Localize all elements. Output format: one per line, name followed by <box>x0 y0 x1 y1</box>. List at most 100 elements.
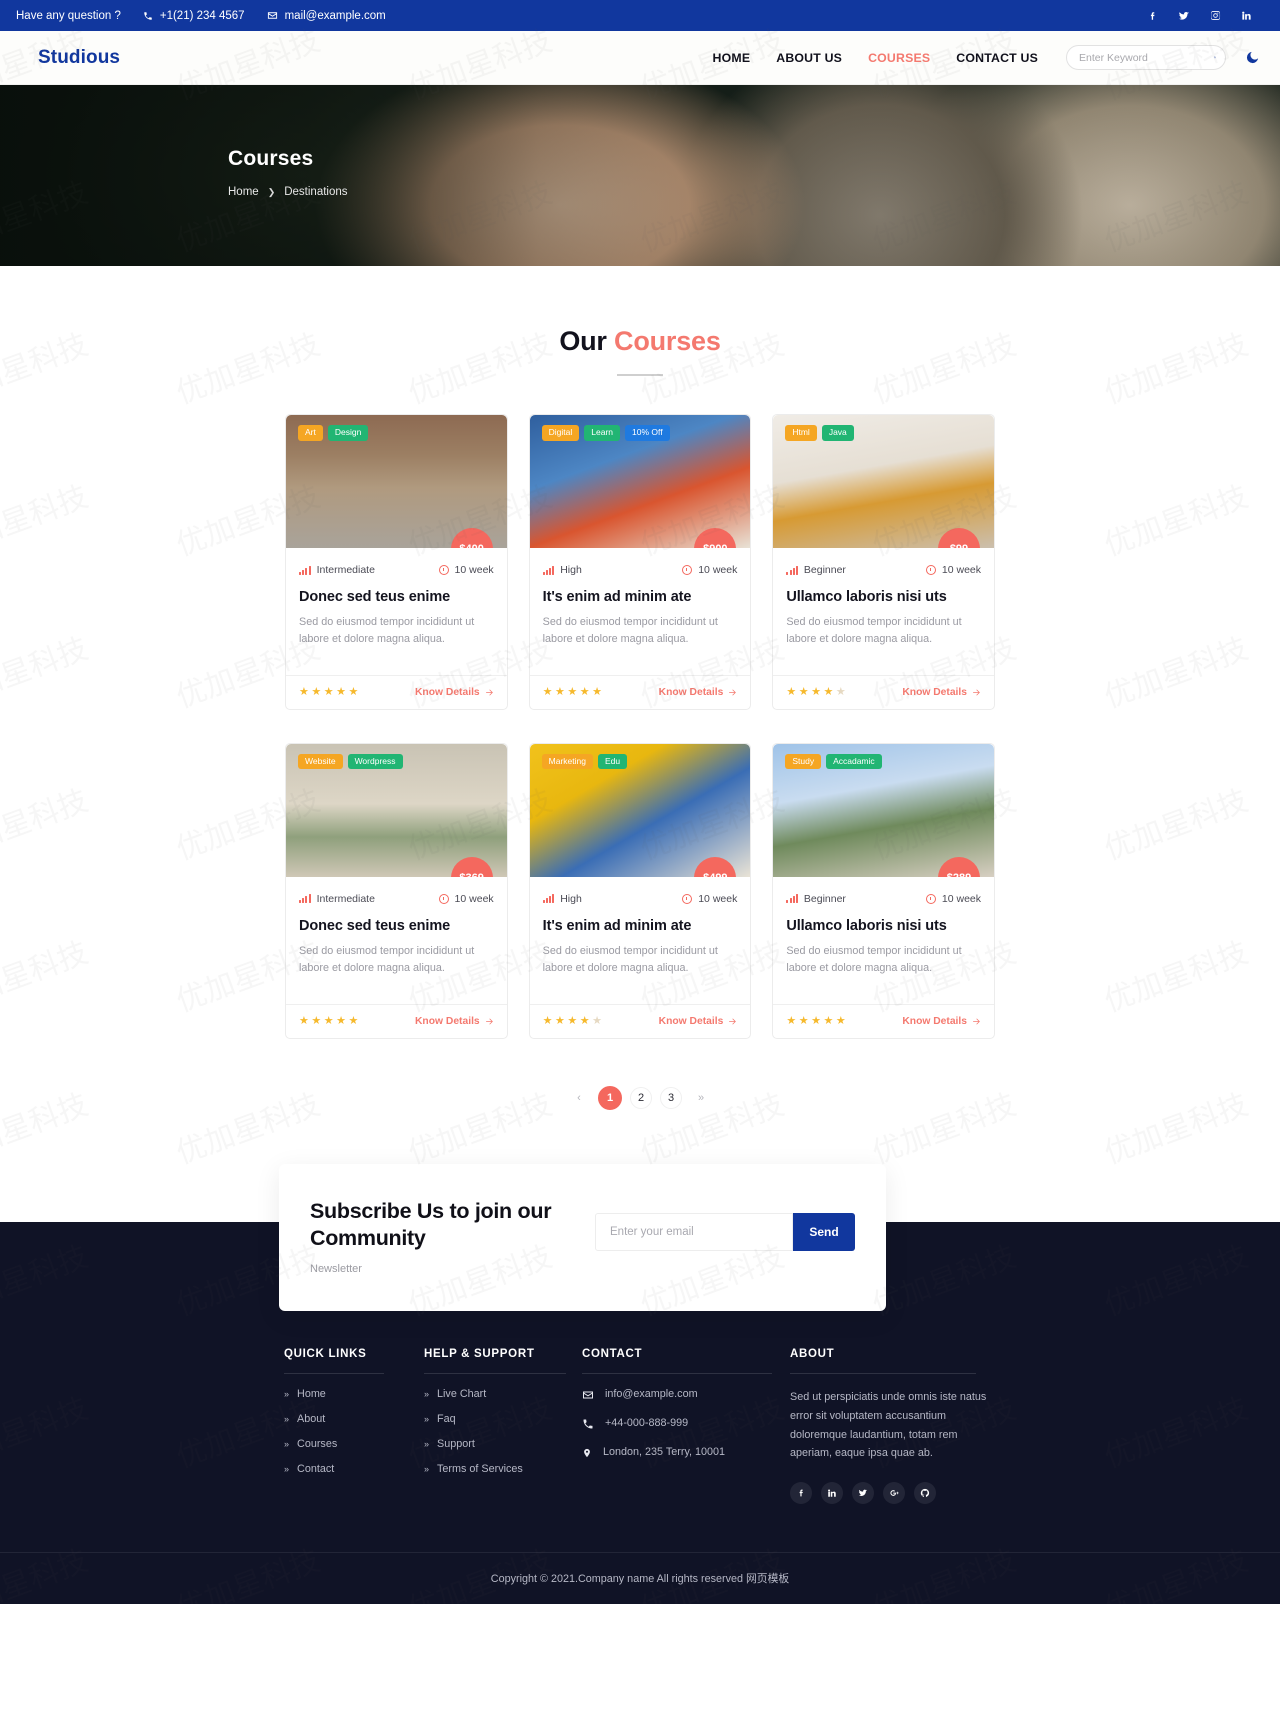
know-details-link[interactable]: Know Details <box>415 687 494 698</box>
footer-link-support[interactable]: » Support <box>424 1438 582 1450</box>
course-level-label: Intermediate <box>316 564 375 576</box>
footer-link-label: Support <box>437 1437 475 1450</box>
twitter-link[interactable] <box>1178 10 1190 22</box>
know-details-label: Know Details <box>658 1015 724 1027</box>
nav-item-home[interactable]: HOME <box>713 51 751 65</box>
search-input[interactable] <box>1079 51 1214 64</box>
course-title[interactable]: Ullamco laboris nisi uts <box>786 589 981 605</box>
know-details-link[interactable]: Know Details <box>659 687 738 698</box>
clock-icon <box>682 893 693 904</box>
course-card[interactable]: WebsiteWordpress $369 Intermediate 10 we… <box>285 742 508 1039</box>
footer-facebook-link[interactable] <box>790 1482 812 1505</box>
course-footer: ★ ★ ★ ★ ★ Know Details <box>286 1003 507 1038</box>
course-badge[interactable]: Marketing <box>541 753 593 770</box>
course-badge[interactable]: Study <box>785 753 822 770</box>
facebook-link[interactable] <box>1148 10 1158 22</box>
rating-star: ★ <box>336 1014 346 1027</box>
pagination-page-3[interactable]: 3 <box>660 1086 682 1109</box>
footer-link-home[interactable]: » Home <box>284 1388 424 1400</box>
pagination-page-2[interactable]: 2 <box>630 1086 652 1109</box>
github-icon <box>920 1488 930 1498</box>
course-title[interactable]: It's enim ad minim ate <box>543 589 738 605</box>
pagination-page-1[interactable]: 1 <box>598 1085 622 1110</box>
course-duration: 10 week <box>925 893 981 905</box>
course-badge[interactable]: Edu <box>597 753 628 770</box>
footer-github-link[interactable] <box>914 1482 936 1505</box>
course-card[interactable]: ArtDesign $400 Intermediate 10 week Done… <box>285 414 508 710</box>
course-badge[interactable]: Wordpress <box>347 753 403 770</box>
top-email-link[interactable]: mail@example.com <box>267 10 386 22</box>
course-title[interactable]: Ullamco laboris nisi uts <box>786 918 981 934</box>
know-details-link[interactable]: Know Details <box>902 1016 981 1027</box>
arrow-right-icon <box>485 689 493 696</box>
search-box[interactable] <box>1066 45 1226 70</box>
course-badge[interactable]: Java <box>821 425 854 441</box>
search-icon[interactable] <box>1214 52 1216 63</box>
top-phone-link[interactable]: +1(21) 234 4567 <box>143 10 245 22</box>
footer-linkedin-link[interactable] <box>821 1482 843 1505</box>
newsletter-form: Send <box>595 1212 855 1251</box>
footer-google-plus-link[interactable] <box>883 1482 905 1505</box>
newsletter-send-button[interactable]: Send <box>793 1212 855 1251</box>
rating-star: ★ <box>299 1014 309 1027</box>
course-badge[interactable]: Learn <box>584 425 621 441</box>
signal-bars-icon <box>542 894 555 904</box>
footer-link-terms[interactable]: » Terms of Services <box>424 1463 582 1475</box>
know-details-link[interactable]: Know Details <box>415 1016 494 1027</box>
instagram-link[interactable] <box>1210 10 1221 21</box>
course-badge[interactable]: Art <box>298 425 323 441</box>
dark-mode-toggle[interactable] <box>1242 48 1262 68</box>
course-title[interactable]: Donec sed teus enime <box>299 589 494 605</box>
breadcrumb-item-home[interactable]: Home <box>228 186 259 198</box>
footer-contact-email-text: info@example.com <box>605 1387 698 1400</box>
know-details-link[interactable]: Know Details <box>659 1016 738 1027</box>
pagination-prev[interactable]: ‹ <box>568 1086 590 1109</box>
pagination-next[interactable]: » <box>690 1086 712 1109</box>
course-badge[interactable]: Accadamic <box>826 753 882 770</box>
nav-item-about-us[interactable]: ABOUT US <box>776 51 842 65</box>
newsletter-email-input[interactable] <box>595 1212 793 1251</box>
footer-link-courses[interactable]: » Courses <box>284 1438 424 1450</box>
course-footer: ★ ★ ★ ★ ★ Know Details <box>773 674 994 709</box>
footer-contact-phone[interactable]: +44-000-888-999 <box>582 1417 790 1430</box>
course-duration-label: 10 week <box>941 564 981 576</box>
course-card[interactable]: MarketingEdu $499 High 10 week It's enim… <box>528 742 752 1039</box>
section-title-underline <box>617 374 663 376</box>
course-body: Intermediate 10 week Donec sed teus enim… <box>286 548 507 649</box>
course-title[interactable]: It's enim ad minim ate <box>543 918 738 934</box>
footer-twitter-link[interactable] <box>852 1482 874 1505</box>
course-badge[interactable]: 10% Off <box>625 425 670 441</box>
footer-link-about[interactable]: » About <box>284 1413 424 1425</box>
footer-col-quick-links: QUICK LINKS » Home » About » Courses » Conta… <box>284 1348 424 1504</box>
course-rating: ★ ★ ★ ★ ★ <box>299 1014 358 1027</box>
course-badge[interactable]: Design <box>327 425 369 441</box>
course-card[interactable]: StudyAccadamic $289 Beginner 10 week Ull… <box>772 742 995 1039</box>
facebook-icon <box>1150 11 1155 20</box>
brand-logo[interactable]: Studious <box>38 47 120 69</box>
course-description: Sed do eiusmod tempor incididunt ut labo… <box>542 944 718 975</box>
linkedin-link[interactable] <box>1241 10 1252 21</box>
nav-item-courses[interactable]: COURSES <box>868 51 930 65</box>
footer-link-label: Courses <box>297 1437 338 1450</box>
course-badge[interactable]: Digital <box>541 425 580 441</box>
course-meta: High 10 week <box>542 564 737 576</box>
footer-link-contact[interactable]: » Contact <box>284 1463 424 1475</box>
know-details-link[interactable]: Know Details <box>902 687 981 698</box>
linkedin-icon <box>828 1489 836 1497</box>
course-card[interactable]: DigitalLearn10% Off $900 High 10 week It… <box>528 414 752 710</box>
course-level-label: Beginner <box>803 892 846 905</box>
footer-link-faq[interactable]: » Faq <box>424 1413 582 1425</box>
clock-icon <box>438 565 449 575</box>
footer-heading-help-support: HELP & SUPPORT <box>424 1347 535 1360</box>
pagination: ‹ 1 2 3 » <box>0 1085 1280 1110</box>
rating-star: ★ <box>592 1014 603 1027</box>
arrow-right-icon <box>729 689 737 696</box>
course-badge[interactable]: Html <box>785 425 817 441</box>
course-card[interactable]: HtmlJava $99 Beginner 10 week Ullamco la… <box>772 414 995 710</box>
nav-item-contact-us[interactable]: CONTACT US <box>956 51 1038 65</box>
course-badge[interactable]: Website <box>298 753 343 770</box>
footer-link-live-chart[interactable]: » Live Chart <box>424 1388 582 1400</box>
footer-contact-email[interactable]: info@example.com <box>582 1388 790 1401</box>
course-title[interactable]: Donec sed teus enime <box>299 918 494 934</box>
course-rating: ★ ★ ★ ★ ★ <box>786 686 845 698</box>
